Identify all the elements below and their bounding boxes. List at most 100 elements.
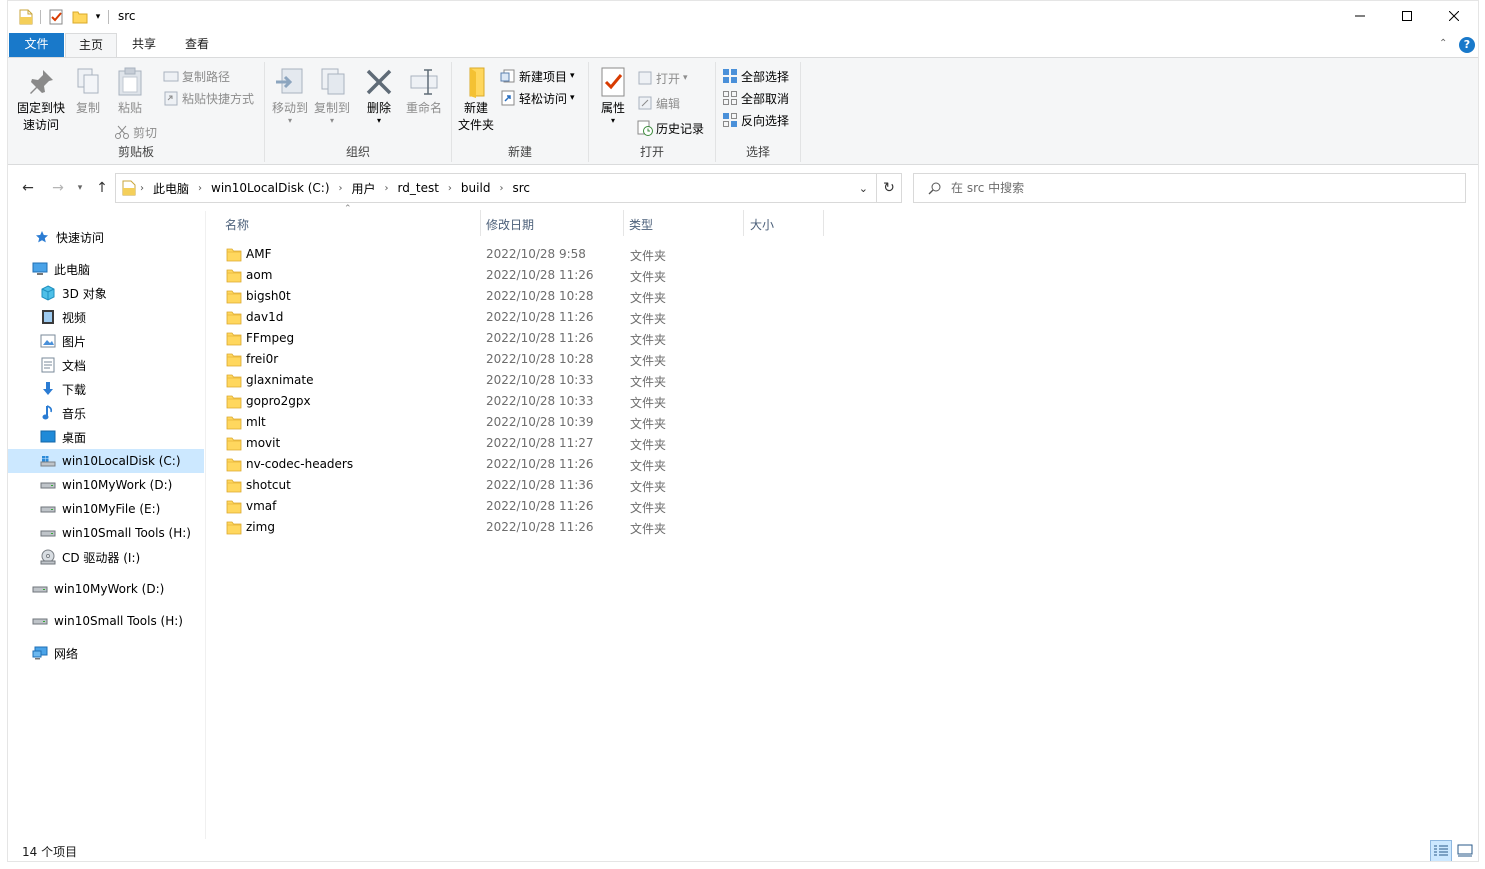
nav-c-drive[interactable]: win10LocalDisk (C:) [8,449,204,473]
nav-h-drive-root[interactable]: win10Small Tools (H:) [8,609,204,633]
help-icon[interactable]: ? [1459,37,1475,53]
table-row[interactable]: gopro2gpx 2022/10/28 10:33 文件夹 [222,391,692,412]
minimize-button[interactable] [1337,1,1383,31]
table-row[interactable]: AMF 2022/10/28 9:58 文件夹 [222,244,692,265]
table-row[interactable]: FFmpeg 2022/10/28 11:26 文件夹 [222,328,692,349]
nav-quick-access[interactable]: 快速访问 [8,225,204,249]
copy-button[interactable]: 复制 [72,66,104,117]
address-bar[interactable]: › 此电脑 › win10LocalDisk (C:) › 用户 › rd_te… [115,173,877,203]
breadcrumb-separator-icon[interactable]: › [385,183,389,194]
copy-path-button[interactable]: 复制路径 [163,66,230,86]
column-header-size[interactable]: 大小 [732,212,822,236]
table-row[interactable]: frei0r 2022/10/28 10:28 文件夹 [222,349,692,370]
column-header-type[interactable]: 类型 [611,212,741,236]
refresh-button[interactable]: ↻ [877,173,902,203]
nav-network[interactable]: 网络 [8,641,204,665]
tab-file[interactable]: 文件 [9,33,64,57]
select-all-button[interactable]: 全部选择 [722,66,789,86]
nav-e-drive[interactable]: win10MyFile (E:) [8,497,204,521]
breadcrumb-rd-test[interactable]: rd_test [398,181,439,195]
paste-button[interactable]: 粘贴 [112,66,148,117]
rename-icon [408,66,440,98]
up-button[interactable]: ↑ [92,178,112,198]
new-item-button[interactable]: 新建项目 ▾ [500,66,575,86]
nav-d-drive-root[interactable]: win10MyWork (D:) [8,577,204,601]
table-row[interactable]: mlt 2022/10/28 10:39 文件夹 [222,412,692,433]
column-header-name[interactable]: 名称 [207,212,479,236]
rename-button[interactable]: 重命名 [403,66,445,117]
address-history-chevron-icon[interactable]: ⌄ [859,182,868,195]
table-row[interactable]: dav1d 2022/10/28 11:26 文件夹 [222,307,692,328]
table-row[interactable]: aom 2022/10/28 11:26 文件夹 [222,265,692,286]
invert-selection-button[interactable]: 反向选择 [722,110,789,130]
tab-share[interactable]: 共享 [118,33,170,57]
nav-pictures[interactable]: 图片 [8,329,204,353]
open-button[interactable]: 打开 ▾ [637,68,688,88]
nav-3d-objects[interactable]: 3D 对象 [8,281,204,305]
table-row[interactable]: glaxnimate 2022/10/28 10:33 文件夹 [222,370,692,391]
explorer-app-icon[interactable] [18,8,34,26]
column-divider[interactable] [823,210,824,236]
properties-button[interactable]: 属性 ▾ [595,66,631,125]
nav-cd-drive[interactable]: CD 驱动器 (I:) [8,545,204,569]
cd-drive-icon [40,549,56,565]
breadcrumb-users[interactable]: 用户 [352,180,376,197]
table-row[interactable]: zimg 2022/10/28 11:26 文件夹 [222,517,692,538]
windows-drive-icon [40,453,56,469]
tab-view[interactable]: 查看 [171,33,223,57]
history-button[interactable]: 历史记录 [637,118,704,138]
close-button[interactable] [1431,1,1477,31]
new-folder-quick-icon[interactable] [72,8,88,26]
nav-item-label: win10LocalDisk (C:) [62,454,181,468]
recent-locations-button[interactable]: ▾ [70,178,90,198]
column-header-date[interactable]: 修改日期 [468,212,623,236]
nav-videos[interactable]: 视频 [8,305,204,329]
nav-this-pc[interactable]: 此电脑 [8,257,204,281]
table-row[interactable]: shotcut 2022/10/28 11:36 文件夹 [222,475,692,496]
nav-d-drive[interactable]: win10MyWork (D:) [8,473,204,497]
table-row[interactable]: movit 2022/10/28 11:27 文件夹 [222,433,692,454]
breadcrumb-separator-icon[interactable]: › [198,183,202,194]
cut-button[interactable]: 剪切 [114,122,157,142]
maximize-button[interactable] [1384,1,1430,31]
nav-desktop[interactable]: 桌面 [8,425,204,449]
table-row[interactable]: nv-codec-headers 2022/10/28 11:26 文件夹 [222,454,692,475]
pin-quick-access-button[interactable]: 固定到快 速访问 [12,66,70,134]
search-input[interactable] [951,181,1431,195]
table-row[interactable]: vmaf 2022/10/28 11:26 文件夹 [222,496,692,517]
forward-button[interactable]: → [48,178,68,198]
nav-documents[interactable]: 文档 [8,353,204,377]
breadcrumb-src[interactable]: src [512,181,530,195]
search-box[interactable] [913,173,1466,203]
properties-quick-icon[interactable] [48,8,64,26]
breadcrumb-this-pc[interactable]: 此电脑 [153,180,189,197]
details-view-button[interactable] [1430,840,1452,861]
copy-to-button[interactable]: 复制到 ▾ [311,66,353,125]
easy-access-button[interactable]: 轻松访问 ▾ [500,88,575,108]
breadcrumb-separator-icon[interactable]: › [499,183,503,194]
tab-home[interactable]: 主页 [65,33,117,58]
nav-music[interactable]: 音乐 [8,401,204,425]
breadcrumb-c-drive[interactable]: win10LocalDisk (C:) [211,181,330,195]
table-row[interactable]: bigsh0t 2022/10/28 10:28 文件夹 [222,286,692,307]
ribbon: 固定到快 速访问 复制 粘贴 复制路径 粘贴快捷方式 剪切 剪贴板 移动到 ▾ … [8,57,1478,165]
select-none-button[interactable]: 全部取消 [722,88,789,108]
vertical-scroll-area[interactable] [1468,204,1478,839]
paste-shortcut-button[interactable]: 粘贴快捷方式 [163,88,254,108]
customize-quick-access-icon[interactable]: ▾ [92,8,104,26]
nav-downloads[interactable]: 下载 [8,377,204,401]
breadcrumb-separator-icon[interactable]: › [339,183,343,194]
nav-h-drive[interactable]: win10Small Tools (H:) [8,521,204,545]
edit-button[interactable]: 编辑 [637,93,680,113]
delete-button[interactable]: 删除 ▾ [363,66,395,125]
breadcrumb-build[interactable]: build [461,181,491,195]
video-icon [40,309,56,325]
breadcrumb-separator-icon[interactable]: › [448,183,452,194]
file-date: 2022/10/28 11:27 [486,436,594,450]
collapse-ribbon-icon[interactable]: ⌃ [1439,38,1447,49]
back-button[interactable]: ← [18,178,38,198]
large-icons-view-button[interactable] [1454,840,1476,861]
new-folder-button[interactable]: 新建 文件夹 [454,66,498,134]
desktop-icon [40,429,56,445]
move-to-button[interactable]: 移动到 ▾ [269,66,311,125]
